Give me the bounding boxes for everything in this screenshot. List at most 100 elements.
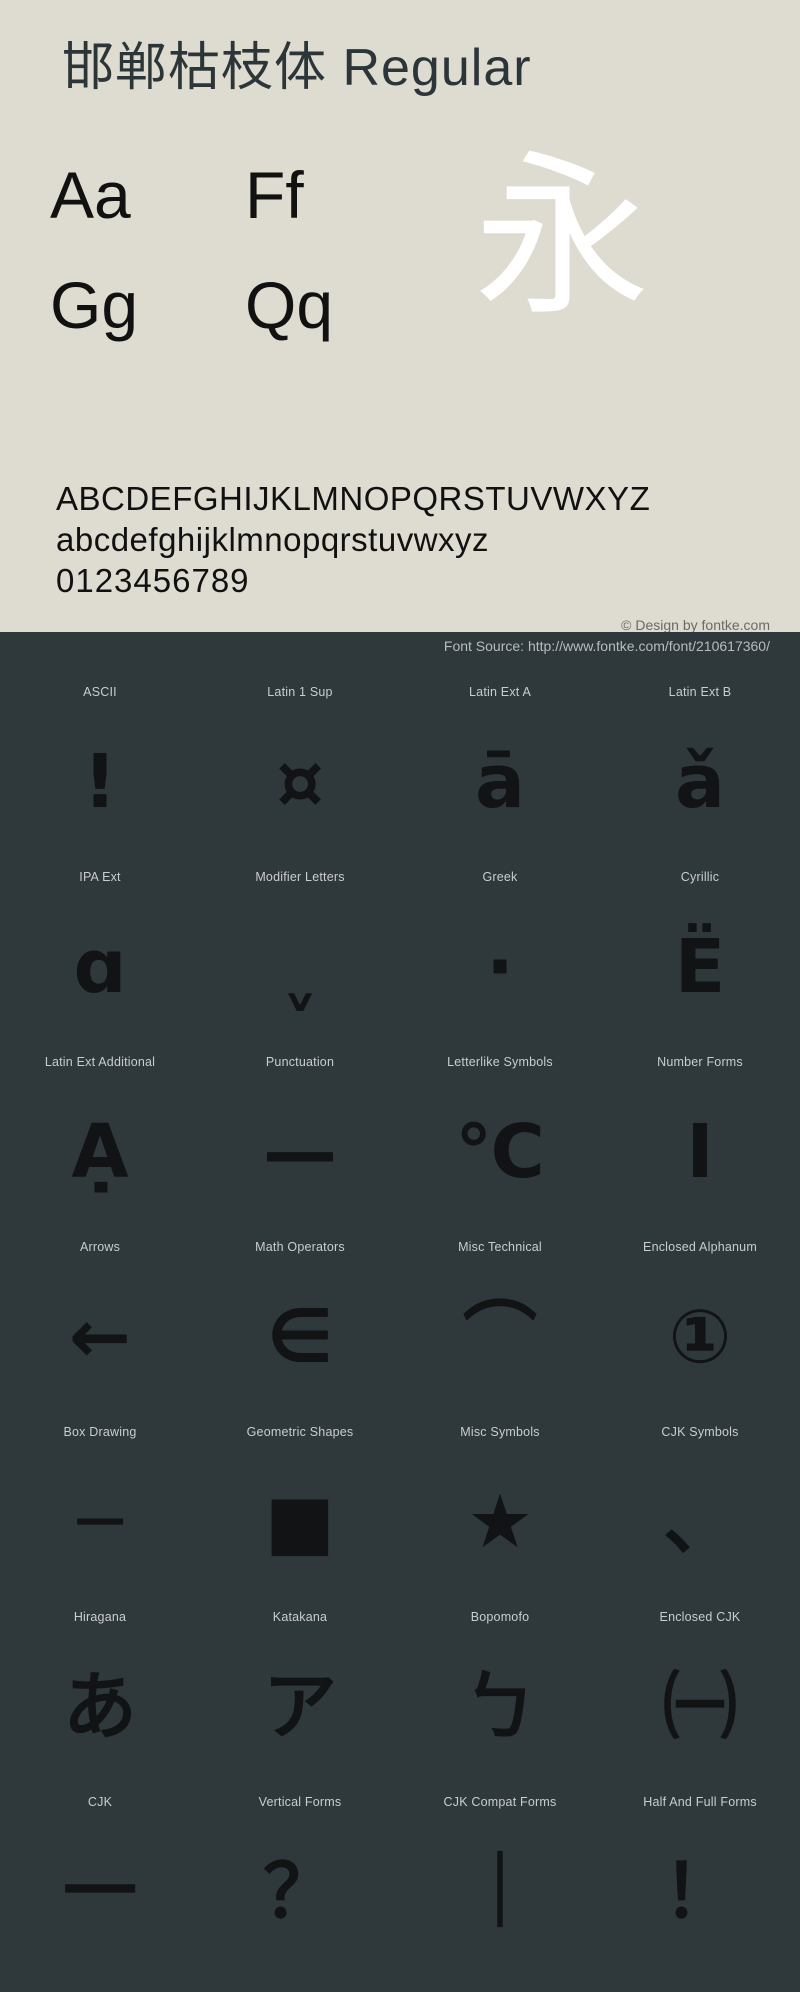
unicode-block-label: Modifier Letters <box>255 870 345 884</box>
unicode-block-cell-cjk[interactable]: CJK 一 <box>0 1792 200 1977</box>
unicode-block-cell-modifier-letters[interactable]: Modifier Letters ˬ <box>200 867 400 1052</box>
unicode-block-label: ASCII <box>83 685 117 699</box>
unicode-block-glyph: ？ <box>263 1849 337 1935</box>
design-credit: © Design by fontke.com <box>621 617 770 633</box>
unicode-block-row: Hiragana あ Katakana ア Bopomofo ㄅ Enclosed CJK ㈠ <box>0 1607 800 1792</box>
unicode-block-glyph: 一 <box>63 1849 137 1935</box>
unicode-block-cell-box-drawing[interactable]: Box Drawing ─ <box>0 1422 200 1607</box>
unicode-block-label: Letterlike Symbols <box>447 1055 553 1069</box>
unicode-block-cell-number-forms[interactable]: Number Forms Ⅰ <box>600 1052 800 1237</box>
unicode-block-glyph: ! <box>83 739 117 825</box>
unicode-block-glyph: ア <box>263 1664 337 1750</box>
unicode-block-cell-cjk-symbols[interactable]: CJK Symbols 、 <box>600 1422 800 1607</box>
unicode-block-glyph: ■ <box>265 1479 335 1565</box>
unicode-block-row: IPA Ext ɑ Modifier Letters ˬ Greek · Cyrillic Ё <box>0 867 800 1052</box>
unicode-block-glyph: ─ <box>77 1479 123 1565</box>
unicode-block-label: CJK Symbols <box>661 1425 739 1439</box>
font-source-bar: Font Source: http://www.fontke.com/font/… <box>0 632 800 664</box>
unicode-block-cell-latin-ext-a[interactable]: Latin Ext A ā <box>400 682 600 867</box>
unicode-block-label: Math Operators <box>255 1240 345 1254</box>
alphabet-digits: 0123456789 <box>56 562 250 599</box>
unicode-block-label: Katakana <box>272 1610 328 1624</box>
unicode-block-glyph: ！ <box>663 1849 737 1935</box>
letter-pair-aa: Aa <box>50 158 131 232</box>
font-preview-panel: 邯郸枯枝体 Regular Aa Ff Gg Qq 永 ABCDEFGHIJKL… <box>0 0 800 633</box>
unicode-block-cell-vertical-forms[interactable]: Vertical Forms ？ <box>200 1792 400 1977</box>
unicode-block-cell-latin-ext-additional[interactable]: Latin Ext Additional Ạ <box>0 1052 200 1237</box>
unicode-block-cell-ascii[interactable]: ASCII! <box>0 682 200 867</box>
letter-pair-gg: Gg <box>50 268 139 342</box>
unicode-block-glyph: — <box>263 1109 337 1195</box>
unicode-block-label: CJK <box>87 1795 113 1809</box>
unicode-block-label: Misc Technical <box>458 1240 542 1254</box>
unicode-block-cell-misc-technical[interactable]: Misc Technical ⌒ <box>400 1237 600 1422</box>
unicode-block-glyph: ｜ <box>463 1849 537 1935</box>
unicode-block-label: Box Drawing <box>63 1425 137 1439</box>
unicode-block-label: Geometric Shapes <box>246 1425 354 1439</box>
unicode-block-table: ASCII! Latin 1 Sup ¤ Latin Ext Aā Latin Ext … <box>0 664 800 1977</box>
unicode-block-cell-half-and-full-forms[interactable]: Half And Full Forms ！ <box>600 1792 800 1977</box>
unicode-block-label: Latin Ext B <box>668 685 732 699</box>
unicode-block-row: ASCII! Latin 1 Sup ¤ Latin Ext Aā Latin Ext … <box>0 682 800 867</box>
unicode-block-glyph: 、 <box>663 1479 737 1565</box>
unicode-block-label: Number Forms <box>657 1055 743 1069</box>
unicode-block-glyph: ← <box>68 1294 131 1380</box>
page-title: 邯郸枯枝体 Regular <box>62 39 532 97</box>
unicode-block-label: Bopomofo <box>470 1610 530 1624</box>
unicode-block-cell-bopomofo[interactable]: Bopomofo ㄅ <box>400 1607 600 1792</box>
unicode-block-glyph: ㈠ <box>663 1664 737 1750</box>
showcase-character-yong: 永 <box>473 140 650 336</box>
unicode-block-glyph: ★ <box>466 1479 534 1565</box>
unicode-block-glyph: あ <box>63 1664 137 1750</box>
unicode-block-cell-cjk-compat-forms[interactable]: CJK Compat Forms ｜ <box>400 1792 600 1977</box>
unicode-block-cell-ipa-ext[interactable]: IPA Ext ɑ <box>0 867 200 1052</box>
unicode-block-label: Arrows <box>79 1240 121 1254</box>
unicode-block-glyph: Ⅰ <box>686 1109 714 1195</box>
unicode-block-cell-punctuation[interactable]: Punctuation — <box>200 1052 400 1237</box>
unicode-block-cell-cyrillic[interactable]: Cyrillic Ё <box>600 867 800 1052</box>
unicode-block-cell-katakana[interactable]: Katakana ア <box>200 1607 400 1792</box>
alphabet-uppercase: ABCDEFGHIJKLMNOPQRSTUVWXYZ <box>56 480 651 517</box>
unicode-block-glyph: ⌒ <box>463 1294 537 1380</box>
unicode-block-label: Latin Ext Additional <box>44 1055 156 1069</box>
unicode-block-label: IPA Ext <box>79 870 121 884</box>
unicode-block-glyph: ℃ <box>455 1109 545 1195</box>
unicode-block-glyph: ㄅ <box>463 1664 537 1750</box>
unicode-block-label: Latin 1 Sup <box>267 685 333 699</box>
sample-row: Gg Qq <box>50 250 520 360</box>
unicode-block-cell-geometric-shapes[interactable]: Geometric Shapes ■ <box>200 1422 400 1607</box>
unicode-block-glyph: ā <box>475 739 525 825</box>
alphabet-lowercase: abcdefghijklmnopqrstuvwxyz <box>56 521 490 558</box>
unicode-block-cell-math-operators[interactable]: Math Operators ∈ <box>200 1237 400 1422</box>
letter-pair-qq: Qq <box>245 268 334 342</box>
alphabet-specimen: ABCDEFGHIJKLMNOPQRSTUVWXYZ abcdefghijklm… <box>56 478 650 601</box>
unicode-block-glyph: · <box>485 924 515 1010</box>
unicode-block-row: Arrows ← Math Operators ∈ Misc Technical ⌒ Enc… <box>0 1237 800 1422</box>
unicode-block-label: Misc Symbols <box>460 1425 540 1439</box>
unicode-block-row: CJK 一 Vertical Forms ？ CJK Compat Forms ｜ Half… <box>0 1792 800 1977</box>
unicode-block-cell-misc-symbols[interactable]: Misc Symbols ★ <box>400 1422 600 1607</box>
unicode-block-cell-latin-1-sup[interactable]: Latin 1 Sup ¤ <box>200 682 400 867</box>
unicode-block-cell-letterlike-symbols[interactable]: Letterlike Symbols ℃ <box>400 1052 600 1237</box>
unicode-block-label: Cyrillic <box>680 870 720 884</box>
unicode-block-glyph: ∈ <box>266 1294 334 1380</box>
unicode-block-label: CJK Compat Forms <box>443 1795 557 1809</box>
font-specimen-page: 邯郸枯枝体 Regular Aa Ff Gg Qq 永 ABCDEFGHIJKL… <box>0 0 800 1992</box>
unicode-block-cell-enclosed-alphanum[interactable]: Enclosed Alphanum ① <box>600 1237 800 1422</box>
unicode-block-glyph: Ạ <box>71 1109 129 1195</box>
unicode-block-cell-hiragana[interactable]: Hiragana あ <box>0 1607 200 1792</box>
unicode-block-glyph: ¤ <box>276 739 324 825</box>
unicode-block-glyph: ① <box>668 1294 732 1380</box>
unicode-block-cell-latin-ext-b[interactable]: Latin Ext B ǎ <box>600 682 800 867</box>
unicode-block-glyph: ɑ <box>73 924 127 1010</box>
letter-pair-samples: Aa Ff Gg Qq <box>50 140 520 360</box>
unicode-block-label: Greek <box>482 870 518 884</box>
unicode-block-label: Punctuation <box>265 1055 335 1069</box>
unicode-block-cell-greek[interactable]: Greek · <box>400 867 600 1052</box>
font-source-link[interactable]: Font Source: http://www.fontke.com/font/… <box>444 638 770 654</box>
letter-pair-ff: Ff <box>245 158 304 232</box>
unicode-block-cell-arrows[interactable]: Arrows ← <box>0 1237 200 1422</box>
unicode-block-glyph: Ё <box>674 924 726 1010</box>
unicode-block-cell-enclosed-cjk[interactable]: Enclosed CJK ㈠ <box>600 1607 800 1792</box>
unicode-block-label: Hiragana <box>73 1610 127 1624</box>
